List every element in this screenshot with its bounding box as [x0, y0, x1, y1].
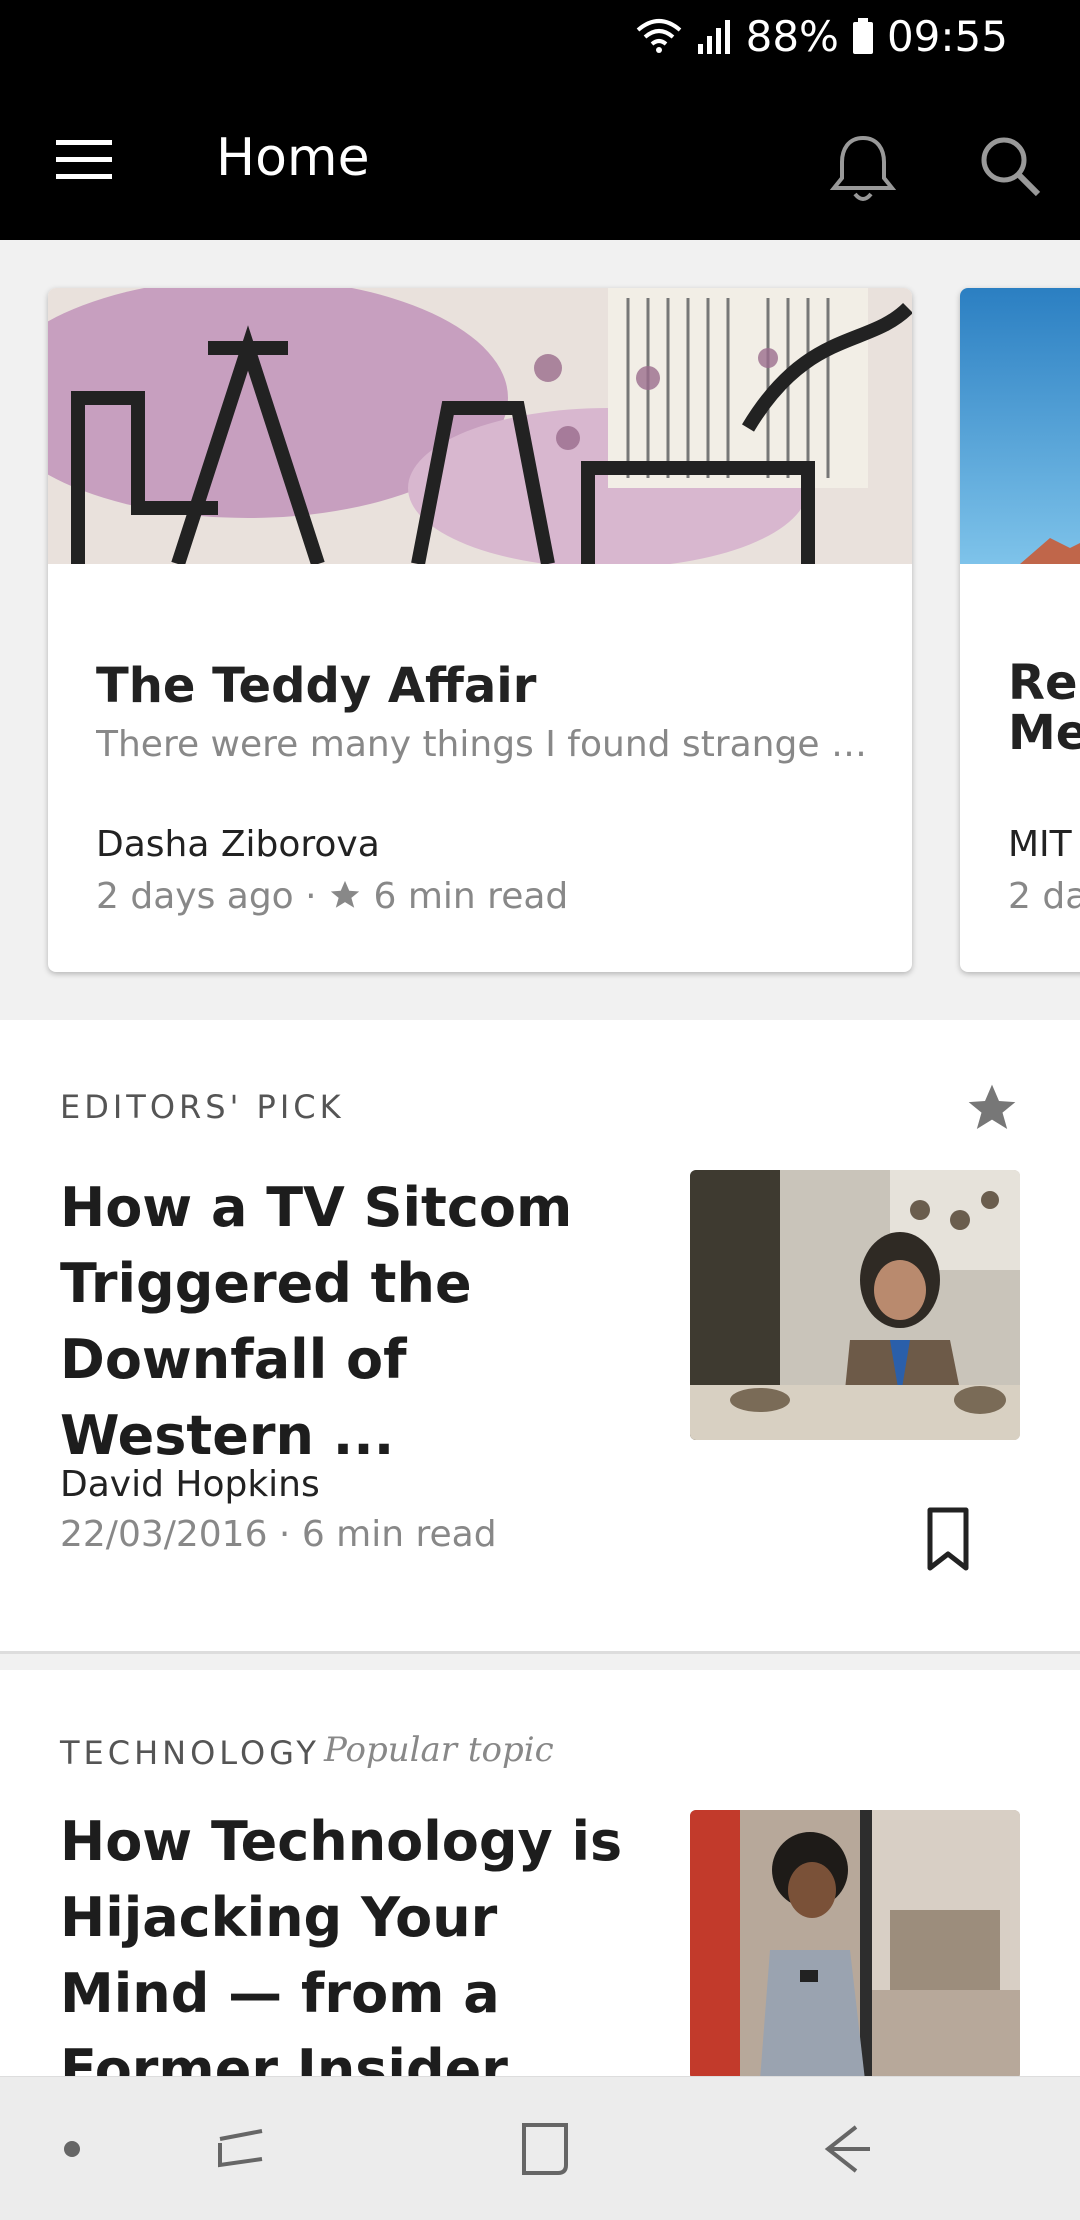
article-editors-pick[interactable]: EDITORS' PICK How a TV Sitcom Triggered …	[0, 1020, 1080, 1654]
article-thumbnail[interactable]	[690, 1810, 1020, 2080]
hamburger-icon[interactable]	[42, 118, 126, 202]
featured-carousel[interactable]: The Teddy Affair There were many things …	[0, 240, 1080, 1020]
card-date: 2 da	[1008, 876, 1080, 917]
page-title: Home	[216, 128, 370, 188]
battery-percent: 88%	[745, 11, 839, 61]
system-nav-bar	[0, 2076, 1080, 2220]
battery-icon	[852, 18, 873, 54]
bookmark-icon[interactable]	[920, 1504, 976, 1574]
article-meta: 22/03/2016 · 6 min read	[60, 1514, 497, 1555]
article-author[interactable]: David Hopkins	[60, 1464, 320, 1505]
bell-icon[interactable]	[818, 122, 908, 212]
article-technology[interactable]: TECHNOLOGY Popular topic How Technology …	[0, 1670, 1080, 2101]
featured-card-peek[interactable]: Res Me MIT 2 da	[960, 288, 1080, 972]
wifi-icon	[636, 19, 681, 53]
article-thumbnail[interactable]	[690, 1170, 1020, 1440]
home-icon[interactable]	[508, 2113, 580, 2185]
status-bar: 88% 09:55	[0, 0, 1080, 74]
article-title[interactable]: How Technology is Hijacking Your Mind — …	[60, 1804, 650, 2108]
back-icon[interactable]	[810, 2113, 882, 2185]
recent-apps-icon[interactable]	[206, 2113, 278, 2185]
search-icon[interactable]	[966, 122, 1056, 212]
card-author[interactable]: Dasha Ziborova	[96, 824, 380, 865]
signal-icon	[697, 20, 730, 54]
featured-card[interactable]: The Teddy Affair There were many things …	[48, 288, 912, 972]
star-icon[interactable]	[964, 1080, 1020, 1136]
app-bar: Home	[0, 74, 1080, 240]
card-meta: 2 days ago · 6 min read	[96, 876, 568, 917]
section-kicker: EDITORS' PICK	[60, 1088, 345, 1126]
card-title: The Teddy Affair	[96, 658, 537, 714]
dot-icon[interactable]	[36, 2113, 108, 2185]
clock: 09:55	[886, 11, 1008, 61]
card-image-peek	[960, 288, 1080, 564]
card-illustration	[48, 288, 912, 564]
card-author: MIT	[1008, 824, 1072, 865]
section-kicker: TECHNOLOGY	[60, 1734, 320, 1772]
card-subtitle: There were many things I found strange w…	[96, 724, 876, 765]
article-title[interactable]: How a TV Sitcom Triggered the Downfall o…	[60, 1170, 650, 1474]
card-date: 2 days ago	[96, 876, 294, 917]
card-read-time: 6 min read	[373, 876, 569, 917]
card-title: Res Me	[1008, 655, 1080, 761]
status-indicators: 88% 09:55	[622, 11, 1008, 61]
separator-dot: ·	[305, 876, 329, 917]
topic-label: Popular topic	[324, 1730, 554, 1770]
star-icon	[330, 880, 360, 908]
